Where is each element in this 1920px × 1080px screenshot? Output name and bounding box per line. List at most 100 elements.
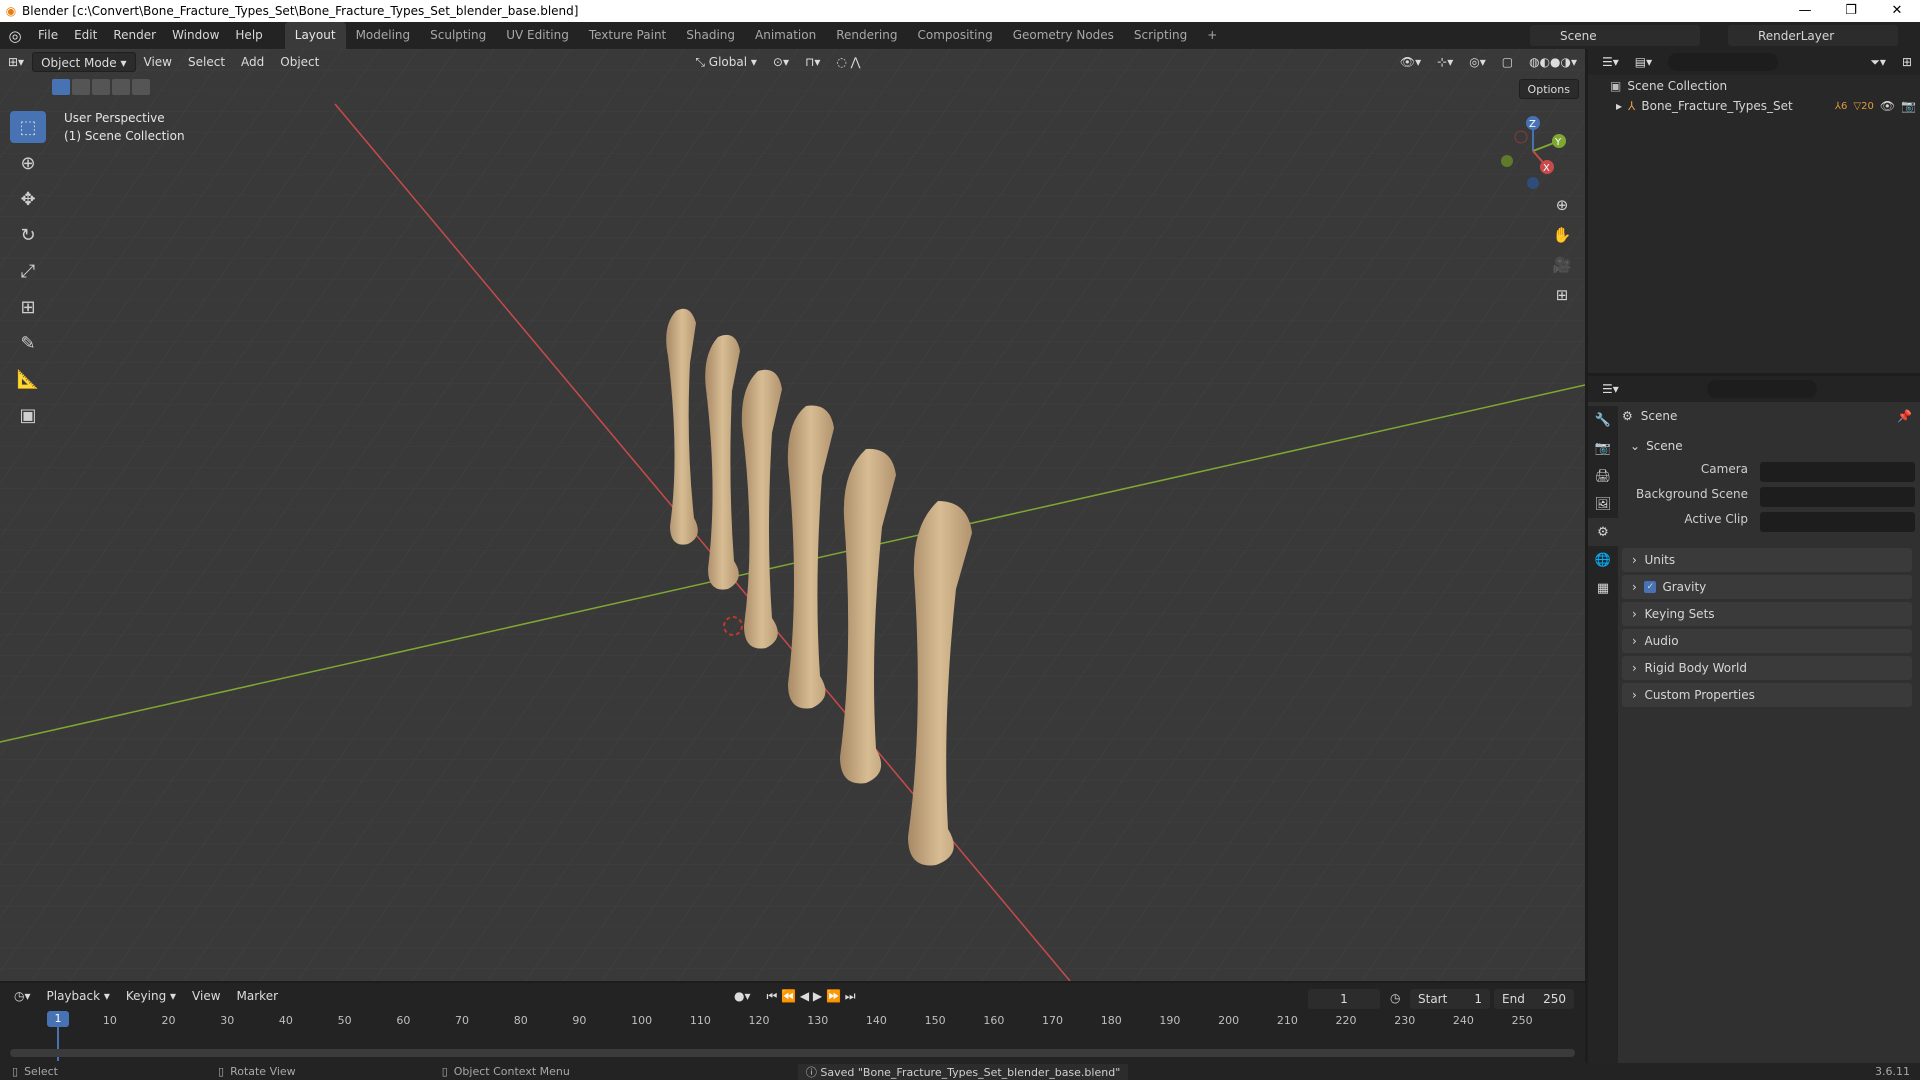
select-invert-icon[interactable] (112, 79, 130, 95)
view-layer-tab-icon[interactable]: 🖼 (1588, 490, 1618, 518)
options-button[interactable]: Options (1518, 79, 1579, 99)
tab-sculpting[interactable]: Sculpting (420, 22, 496, 49)
menu-edit[interactable]: Edit (66, 22, 105, 49)
custom-properties-subpanel[interactable]: › Custom Properties (1622, 683, 1912, 707)
texture-tab-icon[interactable]: ▦ (1588, 574, 1618, 602)
menu-window[interactable]: Window (164, 22, 227, 49)
transform-tool-icon[interactable]: ⊞ (10, 291, 46, 323)
background-scene-field[interactable] (1760, 487, 1915, 507)
frame-tick-label: 240 (1452, 1014, 1474, 1027)
restore-button[interactable]: ❐ (1828, 0, 1874, 22)
overlay-toggle-icon[interactable]: ◎▾ (1461, 52, 1494, 72)
select-extend-icon[interactable] (72, 79, 90, 95)
outliner-item-name: Bone_Fracture_Types_Set (1641, 99, 1793, 113)
annotate-tool-icon[interactable]: ✎ (10, 327, 46, 359)
viewport-menu-select[interactable]: Select (180, 52, 233, 72)
outliner-editor-type-icon[interactable]: ☰▾ (1594, 52, 1627, 72)
gizmo-toggle-icon[interactable]: ⊹▾ (1429, 52, 1461, 72)
add-cube-tool-icon[interactable]: ▣ (10, 399, 46, 431)
audio-subpanel[interactable]: › Audio (1622, 629, 1912, 653)
viewport-menu-object[interactable]: Object (272, 52, 327, 72)
proportional-edit-icon[interactable]: ◌ ⋀ (828, 52, 868, 72)
active-clip-field[interactable] (1760, 512, 1915, 532)
playhead[interactable]: 1 (47, 1011, 69, 1027)
measure-tool-icon[interactable]: 📐 (10, 363, 46, 395)
timeline-scrollbar[interactable] (10, 1049, 1575, 1057)
select-intersect-icon[interactable] (132, 79, 150, 95)
tab-shading[interactable]: Shading (676, 22, 745, 49)
tab-modeling[interactable]: Modeling (346, 22, 421, 49)
scene-selector[interactable]: Scene (1530, 25, 1700, 46)
tab-geometry-nodes[interactable]: Geometry Nodes (1003, 22, 1124, 49)
viewport-menu-add[interactable]: Add (233, 52, 272, 72)
render-camera-icon[interactable]: 📷 (1901, 99, 1916, 113)
armature-count-badge: ⅄6 (1834, 100, 1848, 112)
gravity-checkbox[interactable]: ✓ (1644, 581, 1657, 593)
renderlayer-selector[interactable]: RenderLayer (1728, 25, 1898, 46)
expand-arrow-icon[interactable]: ▸ (1616, 99, 1622, 113)
camera-field[interactable] (1760, 462, 1915, 482)
close-window-button[interactable]: ✕ (1874, 0, 1920, 22)
filter-icon[interactable]: ⏷▾ (1862, 52, 1894, 72)
camera-label: Camera (1700, 462, 1748, 476)
mode-selector[interactable]: Object Mode ▾ (32, 52, 136, 72)
gravity-subpanel[interactable]: › ✓ Gravity (1622, 575, 1912, 599)
scene-panel-header[interactable]: ⌄ Scene (1622, 434, 1912, 458)
svg-text:Z: Z (1529, 119, 1536, 130)
units-subpanel[interactable]: › Units (1622, 548, 1912, 572)
tab-texture-paint[interactable]: Texture Paint (579, 22, 676, 49)
camera-view-icon[interactable]: 🎥 (1549, 252, 1575, 278)
pivot-icon[interactable]: ⊙▾ (765, 52, 797, 72)
minimize-button[interactable]: — (1782, 0, 1828, 22)
add-workspace-button[interactable]: + (1197, 22, 1227, 49)
transform-orientation-selector[interactable]: ⤡ Global ▾ (687, 52, 765, 72)
rigid-body-world-subpanel[interactable]: › Rigid Body World (1622, 656, 1912, 680)
menu-file[interactable]: File (30, 22, 66, 49)
visibility-icon[interactable]: 👁▾ (1392, 52, 1429, 72)
rotate-tool-icon[interactable]: ↻ (10, 219, 46, 251)
frame-tick-label: 110 (689, 1014, 711, 1027)
outliner-item-row[interactable]: ▸ ⅄ Bone_Fracture_Types_Set ⅄6 ▽20 👁 📷 (1616, 99, 1916, 113)
navigation-gizmo[interactable]: Z Y X (1495, 111, 1575, 191)
viewport-menu-view[interactable]: View (136, 52, 180, 72)
move-tool-icon[interactable]: ✥ (10, 183, 46, 215)
pin-icon[interactable]: 📌 (1897, 409, 1912, 423)
keying-sets-subpanel[interactable]: › Keying Sets (1622, 602, 1912, 626)
tab-uv-editing[interactable]: UV Editing (496, 22, 579, 49)
properties-editor-type-icon[interactable]: ☰▾ (1594, 379, 1627, 399)
outliner-root-row[interactable]: ▣ Scene Collection (1610, 79, 1727, 93)
outliner-search-input[interactable] (1668, 53, 1779, 71)
xray-icon[interactable]: ▢ (1494, 52, 1521, 72)
editor-type-button[interactable]: ⊞▾ (0, 52, 32, 72)
pan-hand-icon[interactable]: ✋ (1549, 222, 1575, 248)
frame-ruler[interactable]: 10 20 30 40 50 60 70 80 90 100 110 120 130 140 150 160 1… (0, 983, 1585, 1043)
scene-tab-icon[interactable]: ⚙ (1588, 518, 1618, 546)
blender-logo-icon[interactable]: ◎ (0, 27, 30, 45)
world-tab-icon[interactable]: 🌐 (1588, 546, 1618, 574)
output-tab-icon[interactable]: 🖨 (1588, 462, 1618, 490)
zoom-icon[interactable]: ⊕ (1549, 192, 1575, 218)
tab-scripting[interactable]: Scripting (1124, 22, 1197, 49)
select-box-tool-icon[interactable]: ⬚ (10, 111, 46, 143)
scale-tool-icon[interactable]: ⤢ (10, 255, 46, 287)
eye-visibility-icon[interactable]: 👁 (1880, 99, 1895, 113)
tab-layout[interactable]: Layout (284, 22, 346, 49)
display-mode-icon[interactable]: ▤▾ (1627, 52, 1660, 72)
tool-tab-icon[interactable]: 🔧 (1588, 406, 1618, 434)
menu-help[interactable]: Help (227, 22, 270, 49)
tab-compositing[interactable]: Compositing (907, 22, 1002, 49)
cursor-tool-icon[interactable]: ⊕ (10, 147, 46, 179)
select-new-icon[interactable] (52, 79, 70, 95)
3d-viewport[interactable]: ⊞▾ Object Mode ▾ View Select Add Object … (0, 49, 1585, 981)
window-title: Blender [c:\Convert\Bone_Fracture_Types_… (22, 4, 579, 18)
select-subtract-icon[interactable] (92, 79, 110, 95)
ortho-toggle-icon[interactable]: ⊞ (1549, 282, 1575, 308)
menu-render[interactable]: Render (105, 22, 164, 49)
shading-modes-icon[interactable]: ◍◐●◑▾ (1521, 52, 1585, 72)
new-collection-icon[interactable]: ⊞ (1894, 52, 1920, 72)
render-tab-icon[interactable]: 📷 (1588, 434, 1618, 462)
tab-animation[interactable]: Animation (745, 22, 826, 49)
tab-rendering[interactable]: Rendering (826, 22, 907, 49)
properties-search-input[interactable] (1706, 380, 1817, 398)
snap-icon[interactable]: ⊓▾ (797, 52, 828, 72)
